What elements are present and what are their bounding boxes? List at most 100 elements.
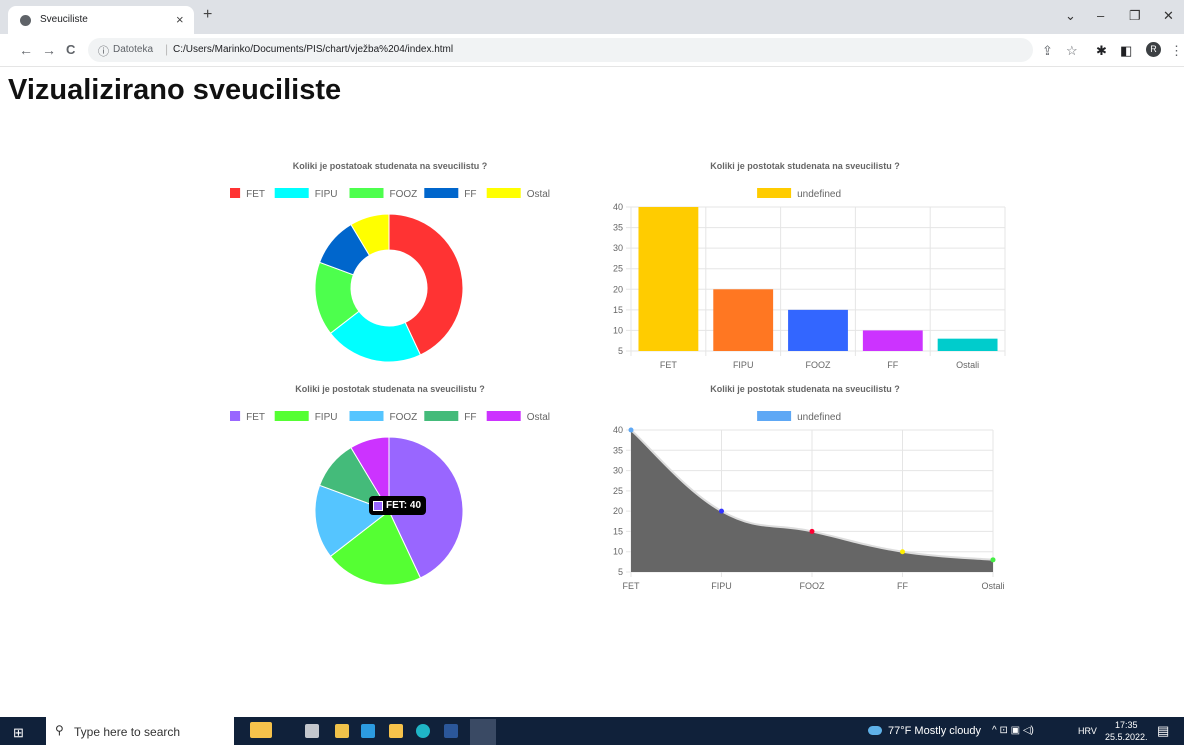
y-tick-label: 25 — [613, 486, 623, 496]
maximize-button[interactable]: ❐ — [1129, 8, 1141, 24]
y-tick-label: 35 — [613, 445, 623, 455]
back-button[interactable]: ← — [19, 42, 33, 58]
search-placeholder: Type here to search — [74, 725, 181, 739]
area-chart: Koliki je postotak studenata na sveucili… — [613, 384, 1005, 591]
legend-label: undefined — [797, 412, 841, 423]
legend-label: FET — [246, 189, 265, 200]
task-view-icon[interactable] — [305, 724, 319, 738]
y-tick-label: 30 — [613, 466, 623, 476]
legend-label: FOOZ — [390, 412, 418, 423]
legend-swatch — [757, 188, 792, 198]
x-tick-label: FET — [660, 360, 678, 370]
globe-icon — [20, 15, 31, 26]
y-tick-label: 30 — [613, 243, 623, 253]
y-tick-label: 35 — [613, 223, 623, 233]
url-text[interactable]: C:/Users/Marinko/Documents/PIS/chart/vje… — [173, 44, 453, 55]
edge-icon[interactable] — [416, 724, 430, 738]
close-tab-icon[interactable]: × — [176, 12, 184, 27]
address-separator: | — [165, 42, 169, 56]
pie-chart: Koliki je postotak studenata na sveucili… — [230, 384, 550, 586]
search-icon: ⚲ — [55, 723, 64, 737]
x-tick-label: FOOZ — [800, 581, 825, 591]
share-icon[interactable]: ⇪ — [1042, 43, 1053, 59]
data-point — [719, 508, 724, 514]
chart-title: Koliki je postotak studenata na sveucili… — [710, 384, 900, 394]
legend-label: FF — [464, 412, 476, 423]
chart-title: Koliki je postotak studenata na sveucili… — [295, 384, 485, 394]
browser-tab[interactable]: Sveuciliste × — [8, 6, 194, 34]
star-icon[interactable]: ☆ — [1066, 43, 1078, 59]
y-tick-label: 40 — [613, 425, 623, 435]
legend-swatch — [424, 188, 459, 198]
new-tab-button[interactable]: + — [203, 6, 212, 24]
tray-icons[interactable]: ^ ⊡ ▣ ◁) — [992, 725, 1034, 736]
legend-label: FET — [246, 412, 265, 423]
legend-swatch — [274, 411, 309, 421]
legend-swatch — [757, 411, 792, 421]
y-tick-label: 25 — [613, 264, 623, 274]
forward-button[interactable]: → — [42, 42, 56, 58]
bar — [788, 309, 848, 351]
address-bar[interactable]: ⓘ Datoteka | C:/Users/Marinko/Documents/… — [88, 38, 1033, 62]
legend-swatch — [230, 188, 241, 198]
y-tick-label: 5 — [618, 567, 623, 577]
legend-swatch — [486, 188, 521, 198]
tooltip-text: FET: 40 — [386, 500, 422, 511]
y-tick-label: 10 — [613, 325, 623, 335]
chart-title: Koliki je postatoak studenata na sveucil… — [293, 161, 488, 171]
y-tick-label: 20 — [613, 284, 623, 294]
data-point — [900, 549, 905, 555]
mail-icon[interactable] — [361, 724, 375, 738]
tab-title: Sveuciliste — [40, 14, 88, 25]
x-tick-label: Ostali — [981, 581, 1004, 591]
legend-label: FIPU — [315, 189, 338, 200]
language-indicator[interactable]: HRV — [1078, 726, 1097, 736]
x-tick-label: FF — [897, 581, 908, 591]
chart-tooltip: FET: 40 — [369, 496, 427, 515]
y-tick-label: 15 — [613, 305, 623, 315]
chrome-icon[interactable] — [470, 719, 496, 745]
profile-icon[interactable]: R — [1146, 42, 1161, 57]
windows-start-icon[interactable]: ⊞ — [13, 725, 24, 741]
chart-title: Koliki je postotak studenata na sveucili… — [710, 161, 900, 171]
weather-text[interactable]: 77°F Mostly cloudy — [888, 725, 981, 737]
menu-icon[interactable]: ⋮ — [1170, 43, 1183, 59]
tooltip-swatch — [373, 500, 383, 511]
legend-swatch — [349, 411, 384, 421]
legend-swatch — [274, 188, 309, 198]
word-icon[interactable] — [444, 724, 458, 738]
legend-swatch — [424, 411, 459, 421]
bar-chart: Koliki je postotak studenata na sveucili… — [613, 161, 1006, 370]
reload-button[interactable]: C — [66, 42, 75, 57]
info-icon[interactable]: ⓘ — [98, 43, 109, 59]
y-tick-label: 10 — [613, 547, 623, 557]
sidebar-icon[interactable]: ◧ — [1120, 43, 1132, 59]
x-tick-label: FIPU — [711, 581, 732, 591]
notification-icon[interactable]: ▤ — [1157, 723, 1169, 739]
toolbar: ← → C ⓘ Datoteka | C:/Users/Marinko/Docu… — [0, 34, 1184, 67]
x-tick-label: FET — [623, 581, 641, 591]
data-point — [809, 528, 815, 534]
y-tick-label: 20 — [613, 506, 623, 516]
clock[interactable]: 17:35 25.5.2022. — [1105, 719, 1148, 743]
tab-strip: Sveuciliste × + ⌄ – ❐ ✕ — [0, 0, 1184, 34]
legend-label: Ostali — [527, 189, 550, 200]
tab-search-icon[interactable]: ⌄ — [1065, 8, 1076, 24]
store-icon[interactable] — [335, 724, 349, 738]
minimize-button[interactable]: – — [1097, 8, 1104, 23]
legend-swatch — [349, 188, 384, 198]
clock-date: 25.5.2022. — [1105, 732, 1148, 742]
file-label: Datoteka — [113, 44, 154, 55]
doughnut-chart: Koliki je postatoak studenata na sveucil… — [230, 161, 550, 363]
taskbar-search[interactable]: ⚲ Type here to search — [46, 717, 234, 745]
legend-label: undefined — [797, 189, 841, 200]
close-window-button[interactable]: ✕ — [1163, 8, 1174, 24]
file-explorer-icon[interactable] — [389, 724, 403, 738]
x-tick-label: Ostali — [956, 360, 979, 370]
weather-icon — [868, 726, 882, 735]
y-tick-label: 5 — [618, 346, 623, 356]
legend-label: FOOZ — [390, 189, 418, 200]
page-title: Vizualizirano sveuciliste — [8, 74, 342, 106]
widgets-icon[interactable] — [250, 722, 272, 738]
extensions-icon[interactable]: ✱ — [1096, 43, 1107, 59]
